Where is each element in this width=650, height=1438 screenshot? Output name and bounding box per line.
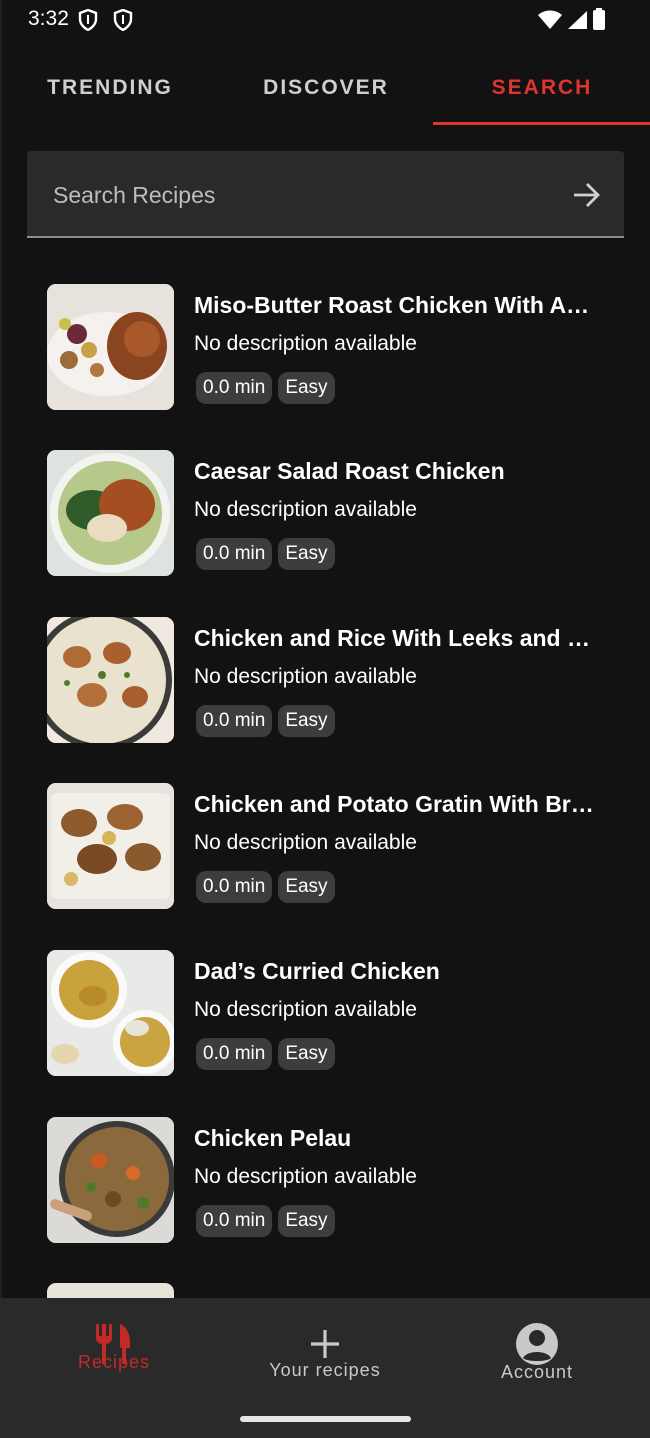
recipe-item[interactable]: Dad’s Curried Chicken No description ava… [0,932,650,1098]
recipe-title: Dad’s Curried Chicken [194,958,440,984]
recipe-item[interactable]: Miso-Butter Roast Chicken With A… No des… [0,266,650,432]
search-input[interactable] [53,177,553,213]
difficulty-chip: Easy [278,1038,335,1070]
status-icons [538,8,606,30]
recipe-chips: 0.0 min Easy [196,1205,335,1237]
nav-recipes-label: Recipes [77,1352,151,1372]
recipe-chips: 0.0 min Easy [196,538,335,570]
tab-search[interactable]: SEARCH [434,56,650,126]
recipe-description: No description available [194,998,417,1021]
recipe-title: Miso-Butter Roast Chicken With A… [194,292,590,318]
recipe-chips: 0.0 min Easy [196,372,335,404]
recipe-description: No description available [194,498,417,521]
nav-account[interactable]: Account [429,1298,645,1398]
difficulty-chip: Easy [278,871,335,903]
nav-account-label: Account [500,1362,574,1382]
recipe-description: No description available [194,332,417,355]
wifi-icon [538,10,562,29]
recipe-title: Chicken Pelau [194,1125,352,1151]
nav-recipes[interactable]: Recipes [6,1298,222,1398]
time-chip: 0.0 min [196,372,273,404]
recipe-thumbnail [47,284,174,410]
recipe-description: No description available [194,1165,417,1188]
status-time: 3:32 [28,7,69,30]
account-circle-icon [516,1323,558,1365]
difficulty-chip: Easy [278,372,335,404]
nav-your-recipes[interactable]: Your recipes [217,1298,433,1398]
recipe-title: Caesar Salad Roast Chicken [194,458,505,484]
difficulty-chip: Easy [278,705,335,737]
home-indicator [240,1416,411,1422]
tab-bar: TRENDING DISCOVER SEARCH [0,56,650,126]
recipe-item[interactable]: Chicken and Potato Gratin With Br… No de… [0,765,650,931]
time-chip: 0.0 min [196,1205,273,1237]
time-chip: 0.0 min [196,705,273,737]
recipe-chips: 0.0 min Easy [196,871,335,903]
search-box [27,151,624,238]
arrow-right-icon[interactable] [572,181,602,209]
tab-trending[interactable]: TRENDING [2,56,218,126]
recipe-description: No description available [194,831,417,854]
recipe-title: Chicken and Rice With Leeks and … [194,625,590,651]
time-chip: 0.0 min [196,538,273,570]
tab-discover[interactable]: DISCOVER [218,56,434,126]
recipe-thumbnail [47,1283,174,1298]
recipe-thumbnail [47,783,174,909]
recipe-chips: 0.0 min Easy [196,1038,335,1070]
shield-icon [113,9,133,31]
nav-your-recipes-label: Your recipes [269,1360,381,1380]
recipe-title: Chicken and Potato Gratin With Br… [194,791,594,817]
recipe-thumbnail [47,950,174,1076]
recipe-thumbnail [47,617,174,743]
battery-icon [593,8,605,30]
difficulty-chip: Easy [278,1205,335,1237]
recipe-thumbnail [47,450,174,576]
recipe-item[interactable]: Caesar Salad Roast Chicken No descriptio… [0,432,650,598]
recipe-description: No description available [194,665,417,688]
recipe-thumbnail [47,1117,174,1243]
recipe-item[interactable]: Chicken Pelau No description available 0… [0,1099,650,1265]
signal-icon [568,11,587,29]
recipe-list: Miso-Butter Roast Chicken With A… No des… [0,266,650,1298]
recipe-item-partial[interactable] [0,1265,650,1298]
shield-icon [78,9,98,31]
time-chip: 0.0 min [196,1038,273,1070]
recipe-item[interactable]: Chicken and Rice With Leeks and … No des… [0,599,650,765]
difficulty-chip: Easy [278,538,335,570]
tab-indicator [433,122,650,125]
status-bar: 3:32 [0,0,650,40]
time-chip: 0.0 min [196,871,273,903]
recipe-chips: 0.0 min Easy [196,705,335,737]
